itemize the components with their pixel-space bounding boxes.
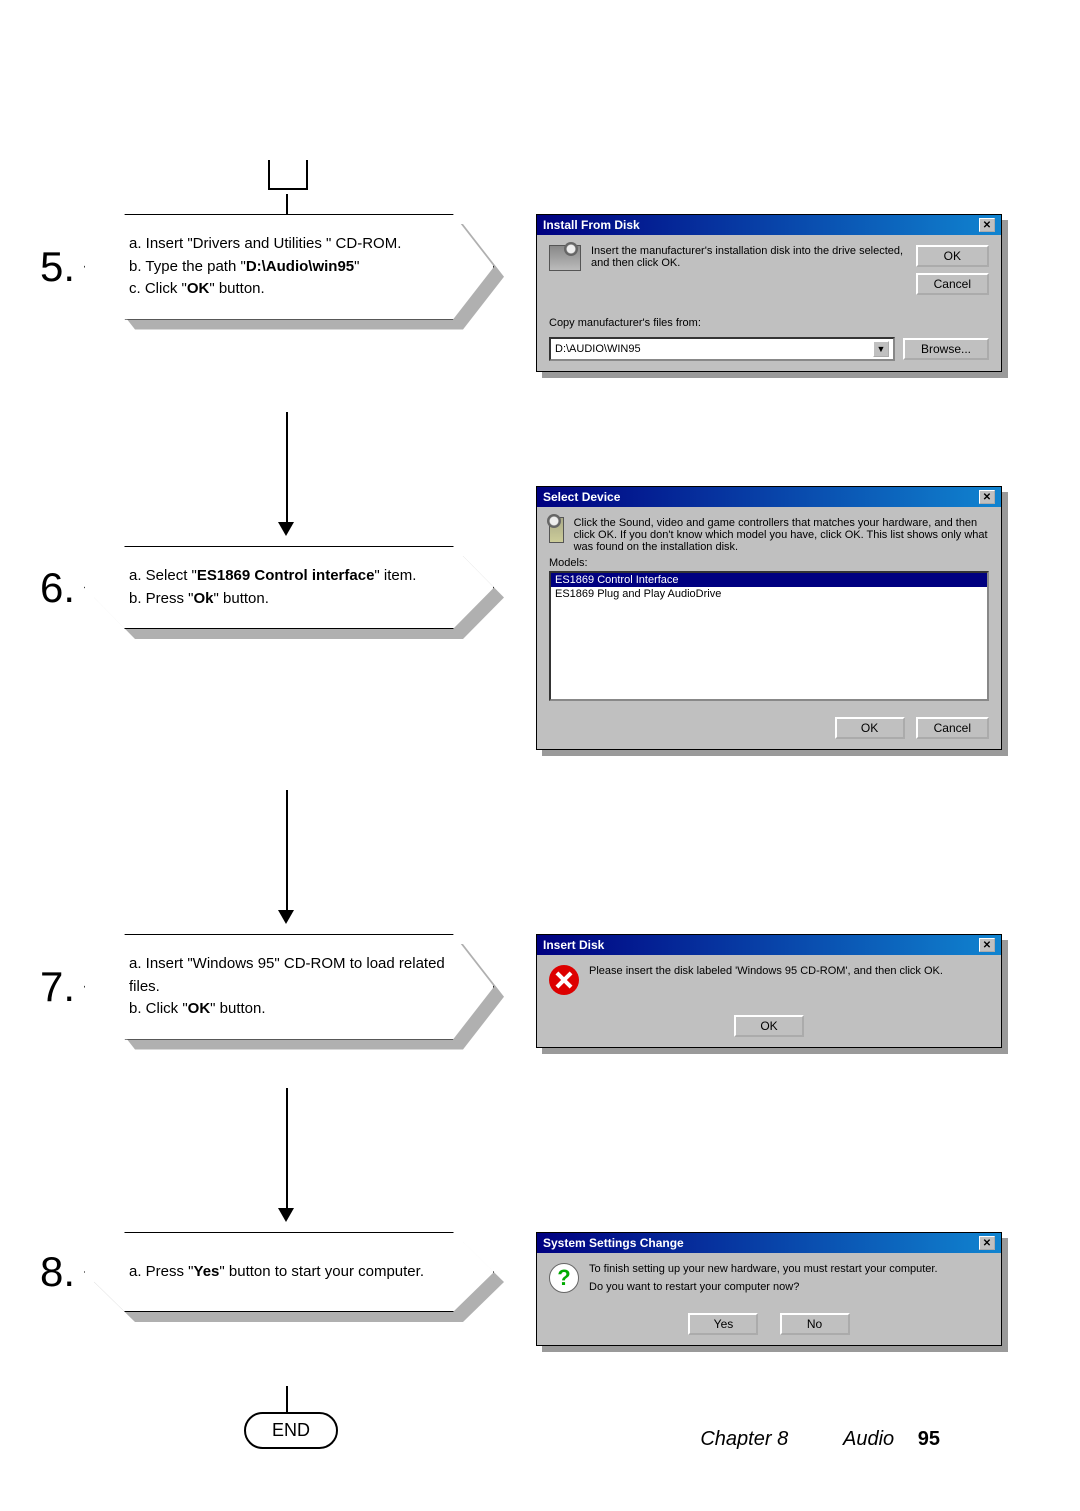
titlebar: System Settings Change ✕ bbox=[537, 1233, 1001, 1253]
ok-button[interactable]: OK bbox=[916, 245, 989, 267]
flow-line bbox=[286, 194, 288, 214]
list-item-selected[interactable]: ES1869 Control Interface bbox=[551, 573, 987, 587]
flow-line bbox=[286, 790, 288, 910]
step-number-5: 5. bbox=[40, 243, 75, 291]
dialog-message: Please insert the disk labeled 'Windows … bbox=[589, 965, 943, 977]
yes-button[interactable]: Yes bbox=[688, 1313, 758, 1335]
flow-line bbox=[286, 1088, 288, 1208]
dialog-install-from-disk: Install From Disk ✕ Insert the manufactu… bbox=[536, 214, 1002, 372]
dialog-message: Insert the manufacturer's installation d… bbox=[591, 245, 916, 295]
dialog-message: Click the Sound, video and game controll… bbox=[574, 517, 989, 553]
step-7-box: a. Insert "Windows 95" CD-ROM to load re… bbox=[84, 934, 494, 1040]
dialog-title: Select Device bbox=[543, 490, 620, 504]
close-icon[interactable]: ✕ bbox=[979, 218, 995, 232]
flow-connector-top bbox=[268, 160, 308, 190]
flow-line bbox=[286, 412, 288, 522]
dialog-insert-disk: Insert Disk ✕ Please insert the disk lab… bbox=[536, 934, 1002, 1048]
dropdown-arrow-icon[interactable]: ▼ bbox=[873, 341, 889, 357]
models-label: Models: bbox=[549, 557, 989, 569]
titlebar: Insert Disk ✕ bbox=[537, 935, 1001, 955]
no-button[interactable]: No bbox=[780, 1313, 850, 1335]
arrow-down-icon bbox=[278, 1208, 294, 1222]
cancel-button[interactable]: Cancel bbox=[916, 273, 989, 295]
path-input[interactable]: D:\AUDIO\WIN95 ▼ bbox=[549, 337, 895, 361]
disk-icon bbox=[549, 245, 581, 271]
step-7a: a. Insert "Windows 95" CD-ROM to load re… bbox=[129, 953, 449, 998]
question-icon: ? bbox=[549, 1263, 579, 1293]
ok-button[interactable]: OK bbox=[835, 717, 905, 739]
flow-line bbox=[286, 1386, 288, 1412]
list-item[interactable]: ES1869 Plug and Play AudioDrive bbox=[551, 587, 987, 601]
copy-from-label: Copy manufacturer's files from: bbox=[549, 317, 989, 329]
titlebar: Install From Disk ✕ bbox=[537, 215, 1001, 235]
page-footer: Chapter 8 Audio 95 bbox=[700, 1428, 940, 1451]
step-5c: c. Click "OK" button. bbox=[129, 278, 449, 301]
step-5a: a. Insert "Drivers and Utilities " CD-RO… bbox=[129, 233, 449, 256]
step-6a: a. Select "ES1869 Control interface" ite… bbox=[129, 565, 449, 588]
dialog-title: Insert Disk bbox=[543, 938, 604, 952]
dialog-message: To finish setting up your new hardware, … bbox=[589, 1263, 938, 1293]
arrow-down-icon bbox=[278, 910, 294, 924]
footer-page-number: 95 bbox=[918, 1428, 940, 1450]
dialog-title: System Settings Change bbox=[543, 1236, 684, 1250]
models-listbox[interactable]: ES1869 Control Interface ES1869 Plug and… bbox=[549, 571, 989, 701]
error-icon bbox=[549, 965, 579, 995]
dialog-title: Install From Disk bbox=[543, 218, 640, 232]
dialog-system-settings-change: System Settings Change ✕ ? To finish set… bbox=[536, 1232, 1002, 1346]
step-number-6: 6. bbox=[40, 564, 75, 612]
browse-button[interactable]: Browse... bbox=[903, 338, 989, 360]
cancel-button[interactable]: Cancel bbox=[916, 717, 989, 739]
device-icon bbox=[549, 517, 564, 543]
titlebar: Select Device ✕ bbox=[537, 487, 1001, 507]
ok-button[interactable]: OK bbox=[734, 1015, 804, 1037]
footer-chapter: Chapter 8 bbox=[700, 1428, 788, 1450]
step-6-box: a. Select "ES1869 Control interface" ite… bbox=[84, 546, 494, 629]
close-icon[interactable]: ✕ bbox=[979, 490, 995, 504]
step-number-7: 7. bbox=[40, 963, 75, 1011]
footer-section: Audio bbox=[843, 1428, 894, 1450]
flow-end: END bbox=[244, 1412, 338, 1449]
step-8a: a. Press "Yes" button to start your comp… bbox=[129, 1261, 449, 1284]
step-5-box: a. Insert "Drivers and Utilities " CD-RO… bbox=[84, 214, 494, 320]
step-6b: b. Press "Ok" button. bbox=[129, 588, 449, 611]
step-number-8: 8. bbox=[40, 1248, 75, 1296]
step-8-box: a. Press "Yes" button to start your comp… bbox=[84, 1232, 494, 1312]
step-5b: b. Type the path "D:\Audio\win95" bbox=[129, 256, 449, 279]
arrow-down-icon bbox=[278, 522, 294, 536]
dialog-select-device: Select Device ✕ Click the Sound, video a… bbox=[536, 486, 1002, 750]
step-7b: b. Click "OK" button. bbox=[129, 998, 449, 1021]
close-icon[interactable]: ✕ bbox=[979, 1236, 995, 1250]
close-icon[interactable]: ✕ bbox=[979, 938, 995, 952]
